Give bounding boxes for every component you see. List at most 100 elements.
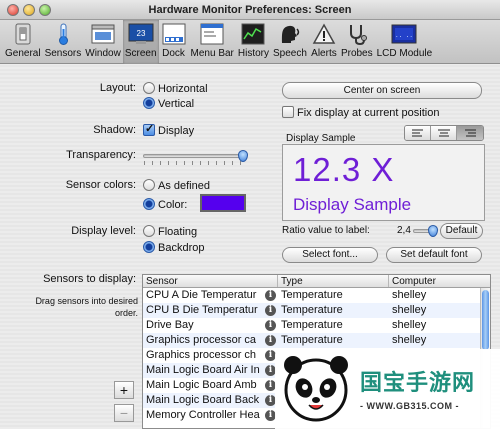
toolbar-window-label: Window — [85, 48, 121, 59]
column-header-type[interactable]: Type — [278, 275, 389, 287]
info-icon[interactable]: i — [265, 320, 276, 331]
history-graph-icon — [240, 22, 266, 46]
toolbar-sensors[interactable]: Sensors — [43, 20, 84, 64]
sensor-name: Graphics processor ch — [146, 349, 257, 361]
menu-bar-icon — [199, 22, 225, 46]
shadow-display-checkbox[interactable]: Display — [143, 122, 195, 137]
set-default-font-button[interactable]: Set default font — [386, 247, 482, 263]
toolbar-alerts-label: Alerts — [311, 48, 337, 59]
layout-label: Layout: — [99, 82, 136, 94]
select-font-button[interactable]: Select font... — [282, 247, 378, 263]
computer-cell: shelley — [392, 289, 427, 301]
display-level-backdrop-label: Backdrop — [158, 242, 205, 254]
radio-circle — [143, 241, 155, 253]
transparency-slider-knob[interactable] — [238, 150, 248, 162]
display-level-floating-label: Floating — [158, 226, 198, 238]
sensor-cell: CPU B Die Temperatur i — [143, 303, 278, 318]
sensor-colors-color-label: Color: — [158, 199, 188, 211]
ratio-value: 2,4 — [397, 225, 411, 236]
close-window-button[interactable] — [7, 4, 19, 16]
info-icon[interactable]: i — [265, 290, 276, 301]
remove-sensor-button[interactable]: − — [114, 404, 134, 422]
checkbox-box — [282, 106, 294, 118]
center-on-screen-button[interactable]: Center on screen — [282, 82, 482, 99]
toolbar-screen-label: Screen — [124, 48, 157, 59]
computer-cell: shelley — [392, 319, 427, 331]
ratio-default-button[interactable]: Default — [440, 223, 483, 239]
sensor-cell: Main Logic Board Back i — [143, 393, 278, 408]
alert-icon — [311, 22, 337, 46]
type-cell: Temperature — [281, 334, 343, 346]
sensor-name: Main Logic Board Amb — [146, 379, 257, 391]
light-switch-icon — [10, 22, 36, 46]
layout-horizontal-label: Horizontal — [158, 83, 208, 95]
toolbar-alerts[interactable]: Alerts — [309, 20, 339, 64]
info-icon[interactable]: i — [265, 305, 276, 316]
radio-circle — [143, 179, 155, 191]
sensor-colors-color-radio[interactable]: Color: — [143, 198, 187, 211]
screen-icon: 23 — [128, 22, 154, 46]
toolbar-dock[interactable]: Dock — [159, 20, 189, 64]
toolbar-speech[interactable]: Speech — [271, 20, 309, 64]
add-sensor-button[interactable]: + — [114, 381, 134, 399]
toolbar-probes-label: Probes — [340, 48, 373, 59]
align-right-button[interactable] — [457, 126, 483, 140]
toolbar-lcd-module-label: LCD Module — [376, 48, 433, 59]
toolbar-history-label: History — [237, 48, 270, 59]
table-row[interactable]: CPU A Die Temperatur i Temperature shelle… — [143, 288, 490, 303]
toolbar-probes[interactable]: Probes — [339, 20, 375, 64]
toolbar-menu-bar[interactable]: Menu Bar — [189, 20, 236, 64]
toolbar-history[interactable]: History — [236, 20, 271, 64]
sensor-cell: Drive Bay i — [143, 318, 278, 333]
zoom-window-button[interactable] — [39, 4, 51, 16]
table-row[interactable]: Drive Bay i Temperature shelley — [143, 318, 490, 333]
fix-position-label: Fix display at current position — [297, 107, 440, 119]
sensor-color-well[interactable] — [200, 194, 246, 212]
ratio-slider-knob[interactable] — [428, 225, 439, 237]
window-title: Hardware Monitor Preferences: Screen — [148, 4, 352, 16]
display-level-backdrop-radio[interactable]: Backdrop — [143, 241, 204, 254]
column-header-computer[interactable]: Computer — [389, 275, 481, 287]
sensor-colors-as-defined-radio[interactable]: As defined — [143, 179, 210, 192]
sensor-name: CPU A Die Temperatur — [146, 289, 257, 301]
display-level-label: Display level: — [71, 225, 136, 237]
column-header-sensor[interactable]: Sensor — [143, 275, 278, 287]
sensor-cell: Graphics processor ch i — [143, 348, 278, 363]
sensor-name: Memory Controller Hea — [146, 409, 260, 421]
radio-circle — [143, 198, 155, 210]
thermometer-icon — [50, 22, 76, 46]
fix-position-checkbox[interactable]: Fix display at current position — [282, 106, 439, 119]
sensor-name: CPU B Die Temperatur — [146, 304, 258, 316]
watermark-text: 国宝手游网 — [360, 371, 476, 396]
toolbar-lcd-module[interactable]: .. .. LCD Module — [375, 20, 435, 64]
table-row[interactable]: CPU B Die Temperatur i Temperature shelle… — [143, 303, 490, 318]
stethoscope-icon — [344, 22, 370, 46]
display-level-floating-radio[interactable]: Floating — [143, 225, 197, 238]
toolbar-menu-bar-label: Menu Bar — [190, 48, 234, 59]
panda-logo-icon — [284, 356, 348, 422]
type-cell: Temperature — [281, 304, 343, 316]
ratio-label: Ratio value to label: — [282, 225, 370, 236]
scrollbar-thumb[interactable] — [482, 290, 489, 350]
info-icon[interactable]: i — [265, 335, 276, 346]
watermark-url: - WWW.GB315.COM - — [360, 401, 459, 411]
checkbox-box — [143, 122, 155, 136]
align-center-icon — [437, 129, 450, 136]
drag-sensors-hint: Drag sensors into desired order. — [35, 296, 138, 318]
sensor-cell: Memory Controller Hea i — [143, 408, 278, 423]
layout-vertical-radio[interactable]: Vertical — [143, 97, 194, 110]
sensor-colors-label: Sensor colors: — [65, 179, 136, 191]
toolbar-general[interactable]: General — [3, 20, 43, 64]
table-row[interactable]: Graphics processor ca i Temperature shell… — [143, 333, 490, 348]
toolbar-screen[interactable]: 23 Screen — [122, 20, 159, 64]
transparency-slider-track[interactable] — [143, 154, 243, 158]
shadow-display-label: Display — [158, 125, 195, 137]
sensors-to-display-label: Sensors to display: — [43, 273, 136, 285]
toolbar-window[interactable]: Window — [83, 20, 123, 64]
minimize-window-button[interactable] — [23, 4, 35, 16]
layout-horizontal-radio[interactable]: Horizontal — [143, 82, 208, 95]
align-center-button[interactable] — [431, 126, 457, 140]
title-bar: Hardware Monitor Preferences: Screen — [0, 0, 500, 20]
align-left-button[interactable] — [405, 126, 431, 140]
display-sample-text: Display Sample — [293, 195, 412, 214]
